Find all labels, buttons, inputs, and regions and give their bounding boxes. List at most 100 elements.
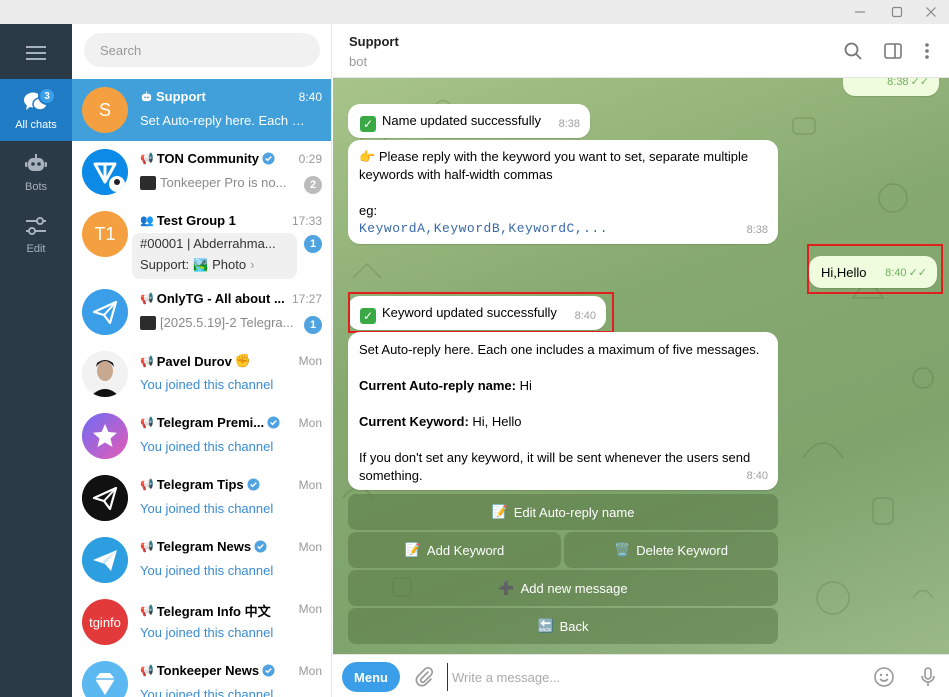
person-avatar (82, 351, 128, 397)
ton-logo-avatar (82, 149, 128, 195)
chat-item-onlytg[interactable]: 📢 OnlyTG - All about ... 17:27 [2025.5.1… (72, 281, 331, 343)
chat-time: Mon (298, 478, 322, 492)
message-time: 8:40 (746, 470, 768, 482)
channel-icon: 📢 (140, 417, 154, 429)
delete-keyword-button[interactable]: 🗑️ Delete Keyword (564, 532, 778, 568)
chat-title: Telegram Info 中文 (156, 604, 271, 619)
message-incoming[interactable]: 👉 Please reply with the keyword you want… (348, 140, 778, 244)
memo-icon: 📝 (491, 504, 508, 519)
channel-icon: 📢 (140, 605, 154, 617)
window-titlebar (0, 0, 949, 24)
unread-count: 1 (304, 235, 322, 253)
sidebar-toggle-icon[interactable] (881, 39, 905, 63)
message-label: Current Keyword: (359, 414, 469, 429)
folder-label: Edit (26, 243, 46, 255)
paper-plane-avatar (82, 289, 128, 335)
message-text: If you don't set any keyword, it will be… (359, 450, 751, 483)
button-label: Back (559, 618, 589, 634)
chat-time: Mon (298, 664, 322, 678)
folder-edit[interactable]: Edit (0, 203, 72, 265)
avatar: tginfo (82, 599, 128, 645)
edit-auto-reply-name-button[interactable]: 📝 Edit Auto-reply name (348, 494, 778, 530)
photo-icon: 🏞️ (193, 257, 209, 272)
verified-icon (262, 152, 275, 165)
message-text: Name updated successfully (382, 113, 541, 128)
chat-title: Telegram Tips (156, 477, 244, 492)
button-label: Add Keyword (426, 542, 505, 558)
bot-menu-button[interactable]: Menu (342, 662, 400, 692)
chat-item-telegram-info[interactable]: tginfo 📢 Telegram Info 中文 Mon You joined… (72, 591, 331, 653)
message-area[interactable]: Hi 8:38✓✓ ✓ Name updated successfully 8:3… (333, 78, 949, 654)
chat-header[interactable]: Support bot (333, 24, 949, 78)
message-time: 8:38 (558, 118, 580, 130)
message-text: Set Auto-reply here. Each one includes a… (359, 342, 760, 357)
bot-icon (25, 154, 47, 171)
chat-view: Support bot Hi 8:38✓✓ (333, 24, 949, 697)
verified-icon (262, 664, 275, 677)
message-outgoing[interactable]: Hi 8:38✓✓ (843, 78, 939, 96)
chat-item-telegram-premium[interactable]: 📢 Telegram Premi... Mon You joined this … (72, 405, 331, 467)
hamburger-menu-icon[interactable] (0, 28, 72, 78)
folder-all-chats[interactable]: All chats 3 (0, 79, 72, 141)
chat-item-telegram-news[interactable]: 📢 Telegram News Mon You joined this chan… (72, 529, 331, 591)
search-input[interactable] (84, 33, 320, 67)
pointing-hand-icon: 👉 (359, 149, 376, 164)
verified-icon (247, 478, 260, 491)
checkmark-icon: ✓ (360, 116, 376, 132)
message-incoming[interactable]: Set Auto-reply here. Each one includes a… (348, 332, 778, 490)
diamond-avatar (82, 661, 128, 697)
more-vertical-icon[interactable] (915, 39, 939, 63)
search-icon[interactable] (841, 39, 865, 63)
unread-count: 1 (304, 316, 322, 334)
preview-media: Photo (212, 257, 247, 272)
paperclip-icon[interactable] (413, 666, 435, 688)
message-value: Hi, Hello (468, 414, 522, 429)
message-text: Hi (855, 78, 867, 82)
channel-icon: 📢 (140, 479, 154, 491)
folder-bots[interactable]: Bots (0, 141, 72, 203)
unread-badge: 3 (38, 87, 56, 105)
button-label: Add new message (520, 580, 628, 596)
folder-label: All chats (15, 119, 57, 131)
chat-preview: You joined this channel (140, 439, 274, 454)
avatar: T1 (82, 211, 128, 257)
highlight-box (807, 244, 943, 294)
button-label: Edit Auto-reply name (513, 504, 635, 520)
emoji-icon[interactable] (872, 665, 896, 689)
chat-item-pavel-durov[interactable]: 📢 Pavel Durov ✊ Mon You joined this chan… (72, 343, 331, 405)
chat-item-tonkeeper-news[interactable]: 📢 Tonkeeper News Mon You joined this cha… (72, 653, 331, 697)
paper-plane-avatar (82, 475, 128, 521)
read-checks-icon: ✓✓ (910, 78, 929, 88)
media-thumbnail (140, 315, 156, 330)
back-arrow-icon: 🔙 (537, 618, 554, 633)
chat-title: Telegram Premi... (156, 415, 265, 430)
highlight-box (348, 292, 614, 333)
chat-preview: You joined this channel (140, 563, 274, 578)
back-button[interactable]: 🔙 Back (348, 608, 778, 644)
chat-time: 0:29 (298, 152, 322, 166)
close-icon[interactable] (911, 0, 949, 24)
chat-preview: #00001 | Abderrahma... (140, 236, 276, 251)
minimize-icon[interactable] (840, 0, 880, 24)
channel-icon: 📢 (140, 153, 154, 165)
chat-preview: [2025.5.19]-2 Telegra... (160, 315, 294, 330)
channel-icon: 📢 (140, 355, 154, 368)
group-icon: 👥 (140, 215, 154, 227)
message-input[interactable] (447, 663, 847, 691)
avatar: S (82, 87, 128, 133)
chat-item-telegram-tips[interactable]: 📢 Telegram Tips Mon You joined this chan… (72, 467, 331, 529)
chat-preview: Tonkeeper Pro is no... (160, 175, 287, 190)
add-keyword-button[interactable]: 📝 Add Keyword (348, 532, 561, 568)
channel-icon: 📢 (140, 665, 154, 677)
verified-icon (254, 540, 267, 553)
message-incoming[interactable]: ✓ Name updated successfully 8:38 (348, 104, 590, 138)
chat-item-support[interactable]: S Support 8:40 Set Auto-reply here. Each… (72, 79, 331, 141)
chat-item-ton-community[interactable]: 📢 TON Community 0:29 Tonkeeper Pro is no… (72, 141, 331, 203)
add-new-message-button[interactable]: ➕ Add new message (348, 570, 778, 606)
chat-time: 17:27 (291, 292, 322, 306)
chat-preview: You joined this channel (140, 377, 274, 392)
microphone-icon[interactable] (916, 665, 940, 689)
trash-icon: 🗑️ (614, 542, 631, 557)
chat-item-test-group-1[interactable]: T1 👥 Test Group 1 17:33 #00001 | Abderra… (72, 203, 331, 281)
bot-icon (141, 91, 152, 102)
